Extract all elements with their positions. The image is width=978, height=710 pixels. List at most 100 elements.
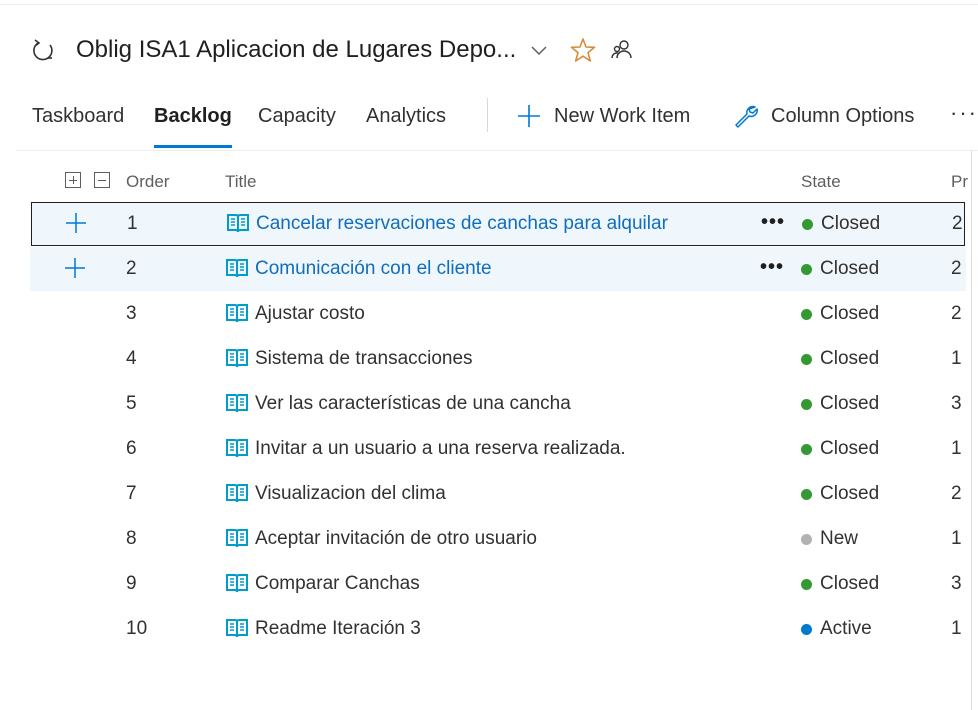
row-order: 3 — [126, 303, 137, 324]
state-indicator-icon — [801, 264, 812, 275]
wrench-icon — [735, 105, 758, 128]
row-state: Closed — [820, 393, 880, 414]
row-order: 6 — [126, 438, 137, 459]
user-story-icon — [227, 214, 249, 233]
add-child-icon[interactable] — [64, 257, 86, 279]
row-order: 2 — [126, 258, 137, 279]
column-header-order[interactable]: Order — [126, 170, 169, 194]
new-work-item-button[interactable]: New Work Item — [516, 92, 690, 140]
row-priority: 2 — [951, 303, 962, 324]
row-state: Closed — [820, 348, 880, 369]
work-item-title-link[interactable]: Comunicación con el cliente — [255, 247, 492, 291]
panel-divider — [971, 150, 972, 710]
work-item-title-link[interactable]: Readme Iteración 3 — [255, 607, 421, 651]
chevron-down-icon[interactable] — [530, 41, 548, 59]
row-context-menu-button[interactable]: ••• — [761, 202, 785, 242]
row-priority: 2 — [951, 483, 962, 504]
user-story-icon — [226, 529, 248, 548]
table-row[interactable]: 9 Comparar Canchas Closed 3 — [30, 562, 966, 606]
row-order: 5 — [126, 393, 137, 414]
row-order: 1 — [127, 213, 138, 234]
state-indicator-icon — [801, 444, 812, 455]
work-item-title-link[interactable]: Ajustar costo — [255, 292, 365, 336]
state-indicator-icon — [801, 399, 812, 410]
column-options-label: Column Options — [771, 104, 915, 127]
table-row[interactable]: 2 Comunicación con el cliente ••• Closed 2 — [30, 247, 966, 291]
table-row[interactable]: 1 Cancelar reservaciones de canchas para … — [31, 202, 965, 246]
work-item-title-link[interactable]: Visualizacion del clima — [255, 472, 446, 516]
row-state: Closed — [820, 483, 880, 504]
row-state: Closed — [820, 258, 880, 279]
row-priority: 1 — [951, 438, 962, 459]
row-state: Closed — [821, 213, 881, 234]
header-divider — [16, 150, 978, 151]
user-story-icon — [226, 394, 248, 413]
state-indicator-icon — [801, 624, 812, 635]
column-header-title[interactable]: Title — [225, 170, 257, 194]
collapse-all-button[interactable] — [94, 172, 110, 188]
table-row[interactable]: 8 Aceptar invitación de otro usuario New 1 — [30, 517, 966, 561]
column-header-priority[interactable]: Pr — [951, 170, 968, 194]
work-item-title-link[interactable]: Aceptar invitación de otro usuario — [255, 517, 537, 561]
row-state: New — [820, 528, 859, 549]
state-indicator-icon — [801, 579, 812, 590]
table-row[interactable]: 5 Ver las características de una cancha Cl… — [30, 382, 966, 426]
row-state: Active — [820, 618, 872, 639]
table-row[interactable]: 7 Visualizacion del clima Closed 2 — [30, 472, 966, 516]
user-story-icon — [226, 439, 248, 458]
user-story-icon — [226, 349, 248, 368]
row-state: Closed — [820, 303, 880, 324]
table-row[interactable]: 4 Sistema de transacciones Closed 1 — [30, 337, 966, 381]
row-context-menu-button[interactable]: ••• — [760, 247, 784, 287]
row-order: 4 — [126, 348, 137, 369]
user-story-icon — [226, 619, 248, 638]
work-item-title-link[interactable]: Comparar Canchas — [255, 562, 420, 606]
column-header-state[interactable]: State — [801, 170, 841, 194]
table-row[interactable]: 3 Ajustar costo Closed 2 — [30, 292, 966, 336]
row-priority: 3 — [951, 573, 962, 594]
row-state: Closed — [820, 438, 880, 459]
team-people-icon[interactable] — [610, 38, 634, 62]
row-order: 7 — [126, 483, 137, 504]
row-order: 8 — [126, 528, 137, 549]
tab-capacity[interactable]: Capacity — [258, 92, 336, 140]
state-indicator-icon — [801, 309, 812, 320]
column-options-button[interactable]: Column Options — [733, 92, 914, 140]
work-item-title-link[interactable]: Cancelar reservaciones de canchas para a… — [256, 202, 668, 246]
table-row[interactable]: 10 Readme Iteración 3 Active 1 — [30, 607, 966, 651]
row-order: 10 — [126, 618, 148, 639]
state-indicator-icon — [802, 219, 813, 230]
selected-tab-indicator — [154, 145, 232, 148]
row-state: Closed — [820, 573, 880, 594]
row-priority: 1 — [951, 528, 962, 549]
star-icon[interactable] — [570, 37, 596, 63]
add-child-icon[interactable] — [65, 212, 87, 234]
row-priority: 2 — [952, 213, 963, 234]
user-story-icon — [226, 259, 248, 278]
user-story-icon — [226, 574, 248, 593]
tab-taskboard[interactable]: Taskboard — [32, 92, 124, 140]
toolbar-divider — [487, 98, 488, 132]
plus-icon — [518, 105, 540, 127]
page-header: Oblig ISA1 Aplicacion de Lugares Depo... — [30, 30, 634, 70]
row-priority: 2 — [951, 258, 962, 279]
row-priority: 3 — [951, 393, 962, 414]
work-item-title-link[interactable]: Ver las características de una cancha — [255, 382, 571, 426]
tab-backlog[interactable]: Backlog — [154, 92, 232, 140]
top-border — [0, 0, 978, 5]
table-row[interactable]: 6 Invitar a un usuario a una reserva real… — [30, 427, 966, 471]
state-indicator-icon — [801, 489, 812, 500]
tab-analytics[interactable]: Analytics — [366, 92, 446, 140]
expand-all-button[interactable] — [65, 172, 81, 188]
user-story-icon — [226, 484, 248, 503]
sprint-cycle-icon — [33, 39, 53, 61]
work-item-title-link[interactable]: Sistema de transacciones — [255, 337, 473, 381]
row-order: 9 — [126, 573, 137, 594]
work-item-title-link[interactable]: Invitar a un usuario a una reserva reali… — [255, 427, 626, 471]
new-work-item-label: New Work Item — [554, 104, 691, 127]
state-indicator-icon — [801, 354, 812, 365]
state-indicator-icon — [801, 534, 812, 545]
more-actions-button[interactable]: ··· — [950, 100, 978, 126]
page-title: Oblig ISA1 Aplicacion de Lugares Depo... — [76, 36, 517, 63]
user-story-icon — [226, 304, 248, 323]
